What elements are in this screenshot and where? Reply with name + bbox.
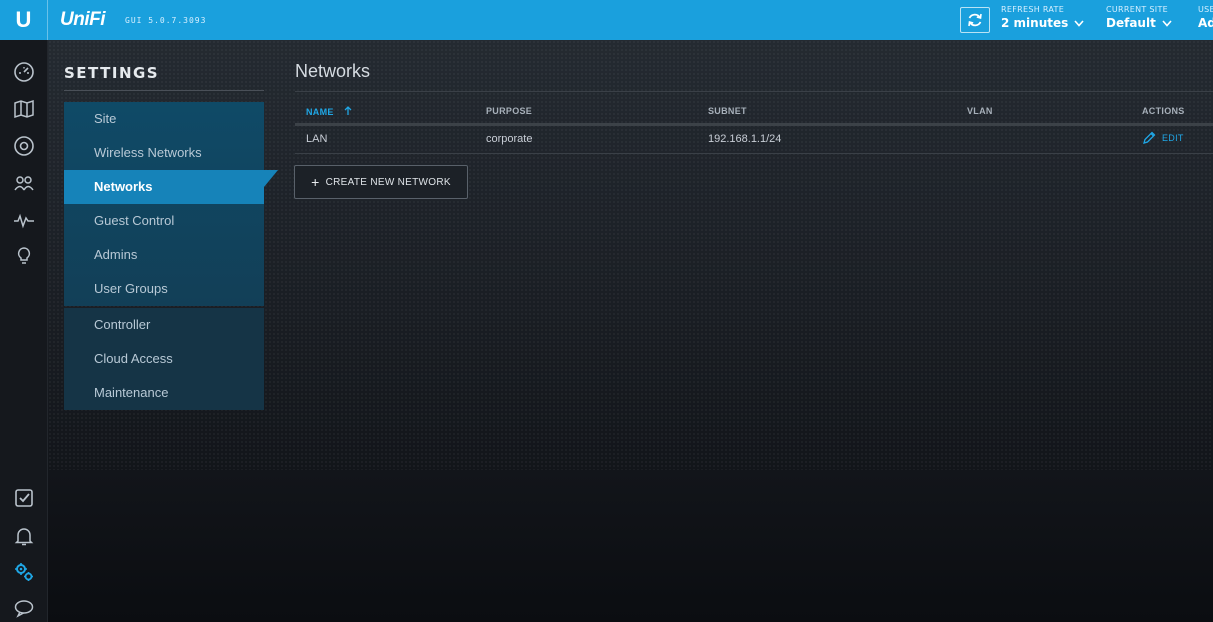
network-vlan-cell <box>956 124 1131 154</box>
settings-divider <box>64 90 264 91</box>
user-menu[interactable]: USE Ad <box>1198 5 1213 30</box>
devices-icon[interactable] <box>12 134 36 158</box>
logo-letter: U <box>15 7 32 32</box>
current-site-selector[interactable]: CURRENT SITE Default <box>1106 5 1172 30</box>
edit-network-link[interactable]: EDIT <box>1142 131 1184 145</box>
refresh-rate-value: 2 minutes <box>1001 16 1069 30</box>
column-purpose-header[interactable]: PURPOSE <box>475 100 697 126</box>
version-label: GUI 5.0.7.3093 <box>125 15 207 25</box>
alerts-icon[interactable] <box>12 524 36 548</box>
current-site-caption: CURRENT SITE <box>1106 5 1169 14</box>
settings-item-wireless-networks[interactable]: Wireless Networks <box>64 136 264 170</box>
network-actions-cell: EDIT <box>1131 124 1213 154</box>
create-new-network-label: CREATE NEW NETWORK <box>325 176 451 188</box>
unifi-brand: UniFi <box>60 9 106 30</box>
networks-table: NAME PURPOSE SUBNET VLAN ACTIONS LAN cor… <box>295 100 1213 154</box>
settings-item-guest-control[interactable]: Guest Control <box>64 204 264 238</box>
column-name-header[interactable]: NAME <box>295 100 475 126</box>
refresh-rate-caption: REFRESH RATE <box>1001 5 1065 14</box>
dashboard-icon[interactable] <box>12 60 36 84</box>
user-caption: USE <box>1198 5 1213 14</box>
refresh-button[interactable] <box>960 7 990 33</box>
settings-nav: Site Wireless Networks Networks Guest Co… <box>64 102 278 410</box>
network-purpose-cell: corporate <box>475 124 697 154</box>
ubiquiti-logo[interactable]: U <box>0 0 48 40</box>
statistics-icon[interactable] <box>12 208 36 232</box>
refresh-rate-selector[interactable]: REFRESH RATE 2 minutes <box>1001 5 1084 30</box>
edit-label: EDIT <box>1162 132 1184 143</box>
table-row[interactable]: LAN corporate 192.168.1.1/24 EDIT <box>295 124 1213 154</box>
settings-item-user-groups[interactable]: User Groups <box>64 272 264 306</box>
chevron-down-icon <box>1162 19 1172 27</box>
settings-icon[interactable] <box>12 560 36 584</box>
settings-item-cloud-access[interactable]: Cloud Access <box>64 342 264 376</box>
page-title: Networks <box>295 61 371 81</box>
table-header-row: NAME PURPOSE SUBNET VLAN ACTIONS <box>295 100 1213 126</box>
settings-item-maintenance[interactable]: Maintenance <box>64 376 264 410</box>
create-new-network-button[interactable]: + CREATE NEW NETWORK <box>294 165 468 199</box>
chevron-down-icon <box>1074 19 1084 27</box>
title-divider <box>295 91 1213 92</box>
settings-heading: SETTINGS <box>64 64 160 82</box>
settings-item-controller[interactable]: Controller <box>64 308 264 342</box>
chat-icon[interactable] <box>12 596 36 620</box>
icon-rail <box>0 40 48 622</box>
column-actions-header: ACTIONS <box>1131 100 1213 126</box>
refresh-icon <box>968 13 982 27</box>
settings-item-site[interactable]: Site <box>64 102 264 136</box>
active-item-pointer <box>264 170 278 187</box>
current-site-value: Default <box>1106 16 1156 30</box>
plus-icon: + <box>311 174 320 190</box>
sort-ascending-icon <box>344 105 351 115</box>
pencil-icon <box>1143 131 1156 144</box>
insights-icon[interactable] <box>12 244 36 268</box>
settings-item-admins[interactable]: Admins <box>64 238 264 272</box>
column-vlan-header[interactable]: VLAN <box>956 100 1131 126</box>
settings-item-networks[interactable]: Networks <box>64 170 264 204</box>
map-icon[interactable] <box>12 97 36 121</box>
user-value: Ad <box>1198 16 1213 30</box>
network-subnet-cell: 192.168.1.1/24 <box>697 124 956 154</box>
clients-icon[interactable] <box>12 171 36 195</box>
network-name-cell: LAN <box>295 124 475 154</box>
column-subnet-header[interactable]: SUBNET <box>697 100 956 126</box>
events-icon[interactable] <box>12 486 36 510</box>
top-bar: U UniFi GUI 5.0.7.3093 REFRESH RATE 2 mi… <box>0 0 1213 40</box>
